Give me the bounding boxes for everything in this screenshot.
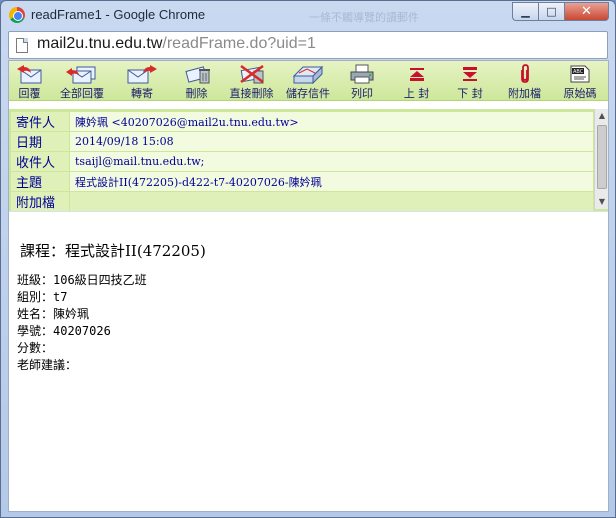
scroll-down-arrow-icon[interactable]: ▼ [595, 195, 608, 209]
attachment-value [70, 192, 593, 211]
mail-toolbar: 回覆 全部回覆 轉寄 刪除 直接刪除 儲存信件 列印 上 封 下 封 附加檔 A… [9, 61, 608, 101]
recipient-label: 收件人 [11, 152, 69, 171]
save-mail-icon [291, 63, 325, 84]
window-controls: ▁ □ ✕ [512, 2, 609, 21]
attachment-label: 附加檔 [11, 192, 69, 211]
mail-header-table: 寄件人 陳妗珮 <40207026@mail2u.tnu.edu.tw> 日期 … [10, 111, 594, 212]
url-text[interactable]: mail2u.tnu.edu.tw/readFrame.do?uid=1 [37, 35, 316, 53]
url-path: /readFrame.do?uid=1 [162, 35, 316, 52]
toolbar-label: 刪除 [185, 87, 208, 100]
reply-all-button[interactable]: 全部回覆 [50, 61, 114, 101]
address-bar[interactable]: mail2u.tnu.edu.tw/readFrame.do?uid=1 [8, 31, 608, 59]
previous-mail-button[interactable]: 上 封 [388, 61, 445, 101]
attachment-button[interactable]: 附加檔 [495, 61, 554, 101]
window-title: readFrame1 - Google Chrome [31, 7, 206, 22]
delete-icon [182, 63, 212, 84]
delete-permanently-button[interactable]: 直接刪除 [223, 61, 280, 101]
teacher-comment-line: 老師建議： [17, 358, 78, 372]
delete-permanent-icon [237, 63, 267, 84]
toolbar-label: 附加檔 [508, 87, 541, 100]
toolbar-label: 下 封 [457, 87, 483, 100]
header-row-recipient: 收件人 tsaijl@mail.tnu.edu.tw; [11, 152, 593, 171]
mail-header-frame: 寄件人 陳妗珮 <40207026@mail2u.tnu.edu.tw> 日期 … [9, 109, 608, 212]
print-icon [348, 63, 376, 84]
reply-icon [15, 63, 45, 84]
date-label: 日期 [11, 132, 69, 151]
course-heading: 課程：程式設計II(472205) [20, 242, 206, 260]
previous-mail-icon [407, 63, 427, 84]
scrollbar-thumb[interactable] [597, 125, 607, 189]
attachment-icon [515, 63, 535, 84]
page-viewport: 回覆 全部回覆 轉寄 刪除 直接刪除 儲存信件 列印 上 封 下 封 附加檔 A… [8, 60, 609, 512]
background-window-title: 一條不觸導覽的讀郵件 [309, 12, 419, 24]
toolbar-label: 原始碼 [563, 87, 597, 100]
browser-window: readFrame1 - Google Chrome 一條不觸導覽的讀郵件 ▁ … [0, 0, 616, 518]
reply-all-icon [65, 63, 99, 84]
forward-button[interactable]: 轉寄 [114, 61, 170, 101]
sender-value[interactable]: 陳妗珮 <40207026@mail2u.tnu.edu.tw> [70, 112, 593, 131]
toolbar-label: 上 封 [403, 87, 430, 100]
maximize-button[interactable]: □ [538, 2, 564, 21]
toolbar-label: 儲存信件 [286, 87, 330, 100]
title-bar[interactable]: readFrame1 - Google Chrome 一條不觸導覽的讀郵件 ▁ … [1, 1, 615, 29]
url-host: mail2u.tnu.edu.tw [37, 35, 163, 52]
reply-button[interactable]: 回覆 [9, 61, 50, 101]
next-mail-button[interactable]: 下 封 [445, 61, 495, 101]
close-button[interactable]: ✕ [564, 2, 609, 21]
source-code-icon: ABC [568, 63, 592, 84]
save-mail-button[interactable]: 儲存信件 [280, 61, 336, 101]
next-mail-icon [460, 63, 480, 84]
date-value: 2014/09/18 15:08 [70, 132, 593, 151]
minimize-button[interactable]: ▁ [512, 2, 538, 21]
header-row-subject: 主題 程式設計II(472205)-d422-t7-40207026-陳妗珮 [11, 172, 593, 191]
header-scrollbar[interactable]: ▲ ▼ [594, 109, 608, 209]
view-source-button[interactable]: ABC 原始碼 [554, 61, 606, 101]
toolbar-label: 全部回覆 [60, 87, 104, 100]
student-info-list: 班級：106級日四技乙班 組別：t7 姓名：陳妗珮 學號：40207026 分數… [17, 272, 147, 374]
header-row-date: 日期 2014/09/18 15:08 [11, 132, 593, 151]
forward-icon [125, 63, 159, 84]
group-line: 組別：t7 [17, 290, 68, 304]
score-line: 分數： [17, 341, 54, 355]
recipient-value[interactable]: tsaijl@mail.tnu.edu.tw; [70, 152, 593, 171]
scroll-up-arrow-icon[interactable]: ▲ [595, 109, 608, 123]
svg-text:ABC: ABC [573, 69, 584, 75]
name-line: 姓名：陳妗珮 [17, 307, 90, 321]
toolbar-label: 轉寄 [131, 87, 153, 100]
sender-label: 寄件人 [11, 112, 69, 131]
mail-body: 課程：程式設計II(472205) 班級：106級日四技乙班 組別：t7 姓名：… [9, 211, 608, 511]
toolbar-label: 列印 [351, 87, 373, 100]
subject-label: 主題 [11, 172, 69, 191]
toolbar-label: 回覆 [18, 87, 41, 100]
delete-button[interactable]: 刪除 [170, 61, 223, 101]
header-row-sender: 寄件人 陳妗珮 <40207026@mail2u.tnu.edu.tw> [11, 112, 593, 131]
student-id-line: 學號：40207026 [17, 324, 111, 338]
header-row-attachment: 附加檔 [11, 192, 593, 211]
class-line: 班級：106級日四技乙班 [17, 273, 147, 287]
print-button[interactable]: 列印 [336, 61, 388, 101]
subject-value: 程式設計II(472205)-d422-t7-40207026-陳妗珮 [70, 172, 593, 191]
page-icon [16, 38, 28, 53]
toolbar-label: 直接刪除 [229, 87, 274, 100]
chrome-icon [9, 7, 25, 23]
